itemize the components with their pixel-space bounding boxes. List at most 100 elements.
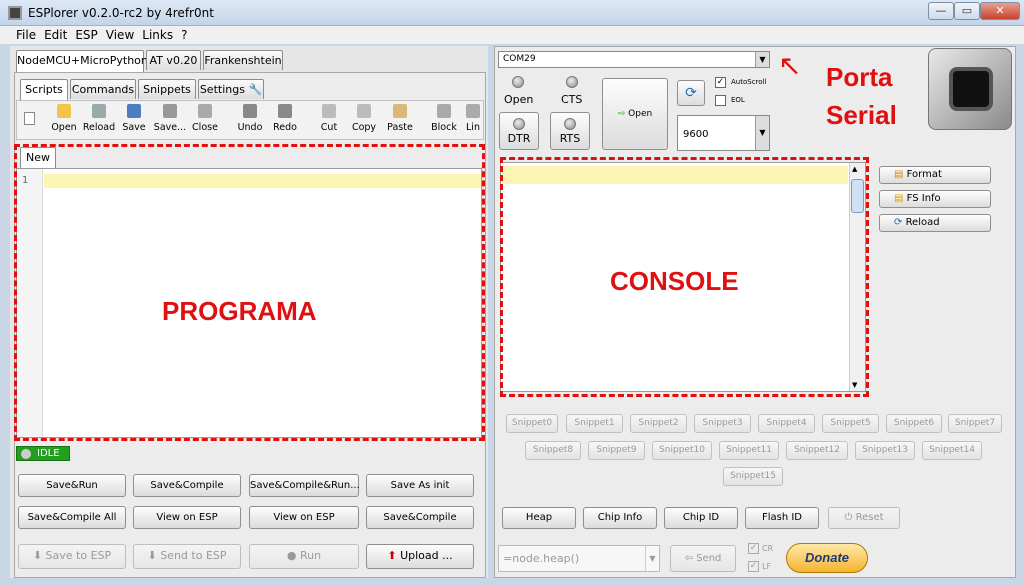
redo-icon [278,104,292,118]
snippet-button-2[interactable]: Snippet2 [630,414,687,433]
flash-id-button[interactable]: Flash ID [745,507,819,529]
title-bar: ESPlorer v0.2.0-rc2 by 4refr0nt — ▭ ✕ [0,0,1024,26]
rts-button[interactable]: RTS [550,112,590,150]
undo-tool[interactable]: Undo [233,104,267,133]
snippet-button-1[interactable]: Snippet1 [566,414,623,433]
maximize-button[interactable]: ▭ [954,2,980,20]
refresh-ports-button[interactable]: ⟳ [677,80,705,106]
snippet-button-10[interactable]: Snippet10 [652,441,712,460]
menu-file[interactable]: File [12,26,40,44]
save-tool[interactable]: Save [117,104,151,133]
run-button[interactable]: ● Run [249,544,359,569]
paste-tool[interactable]: Paste [383,104,417,133]
save-compile-all-button[interactable]: Save&Compile All [18,506,126,529]
tab-frankenshtein[interactable]: Frankenshtein [203,50,283,70]
close-button[interactable]: ✕ [980,2,1020,20]
snippet-button-5[interactable]: Snippet5 [822,414,879,433]
snippet-button-14[interactable]: Snippet14 [922,441,982,460]
redo-tool[interactable]: Redo [268,104,302,133]
snippet-button-13[interactable]: Snippet13 [855,441,915,460]
serial-label: Serial [826,100,897,130]
chevron-down-icon[interactable]: ▼ [645,546,659,571]
tab-settings[interactable]: Settings 🔧 [198,79,264,99]
snippet-button-8[interactable]: Snippet8 [525,441,581,460]
command-input[interactable]: =node.heap() ▼ [498,545,660,572]
snippet-button-11[interactable]: Snippet11 [719,441,779,460]
cr-checkbox[interactable]: ✓ [748,543,759,554]
snippet-button-6[interactable]: Snippet6 [886,414,942,433]
snippet-button-12[interactable]: Snippet12 [786,441,848,460]
chevron-down-icon[interactable]: ▼ [755,52,769,67]
disk-icon [127,104,141,118]
autoscroll-checkbox[interactable]: ✓ [715,77,726,88]
chip-id-button[interactable]: Chip ID [664,507,738,529]
dtr-button[interactable]: DTR [499,112,539,150]
reset-button[interactable]: ⏻ Reset [828,507,900,529]
disk-icon [163,104,177,118]
view-on-esp-button[interactable]: View on ESP [133,506,241,529]
line-tool[interactable]: Lin [462,104,484,133]
cts-led [566,76,578,88]
port-select[interactable]: COM29 ▼ [498,51,770,68]
snippet-button-4[interactable]: Snippet4 [758,414,815,433]
menu-help[interactable]: ? [177,26,191,44]
menu-view[interactable]: View [102,26,138,44]
tab-scripts[interactable]: Scripts [20,79,68,101]
format-icon: ▤ [894,169,907,180]
save-to-esp-button[interactable]: ⬇ Save to ESP [18,544,126,569]
folder-close-icon [198,104,212,118]
save-compile-button-2[interactable]: Save&Compile [366,506,474,529]
chevron-down-icon[interactable]: ▼ [755,116,769,150]
block-tool[interactable]: Block [427,104,461,133]
format-button[interactable]: ▤ Format [879,166,991,184]
snippet-button-3[interactable]: Snippet3 [694,414,751,433]
open-port-button[interactable]: ⇨ Open [602,78,668,150]
fs-info-button[interactable]: ▤ FS Info [879,190,991,208]
new-file-icon[interactable] [24,112,35,125]
cr-label: CR [762,544,774,553]
copy-tool[interactable]: Copy [347,104,381,133]
save-compile-run-button[interactable]: Save&Compile&Run... [249,474,360,497]
save-compile-button[interactable]: Save&Compile [133,474,241,497]
upload-button[interactable]: ⬆ Upload ... [366,544,474,569]
wrench-icon: 🔧 [248,83,263,96]
reload-fs-button[interactable]: ⟳ Reload [879,214,991,232]
reload-tool[interactable]: Reload [82,104,116,133]
tab-nodemcu[interactable]: NodeMCU+MicroPython [16,50,148,72]
baud-select[interactable]: 9600 ▼ [677,115,770,151]
tab-snippets[interactable]: Snippets [138,79,196,99]
snippet-button-7[interactable]: Snippet7 [948,414,1002,433]
porta-label: Porta [826,62,893,92]
window-title: ESPlorer v0.2.0-rc2 by 4refr0nt [28,6,214,20]
heap-button[interactable]: Heap [502,507,576,529]
menu-links[interactable]: Links [138,26,177,44]
cut-tool[interactable]: Cut [312,104,346,133]
menu-edit[interactable]: Edit [40,26,71,44]
tab-commands[interactable]: Commands [70,79,136,99]
paste-icon [393,104,407,118]
menu-esp[interactable]: ESP [71,26,101,44]
save-run-button[interactable]: Save&Run [18,474,126,497]
lf-checkbox[interactable]: ✓ [748,561,759,572]
programa-label: PROGRAMA [162,296,317,326]
open-tool[interactable]: Open [47,104,81,133]
minimize-button[interactable]: — [928,2,954,20]
snippet-button-15[interactable]: Snippet15 [723,467,783,486]
close-tool[interactable]: Close [188,104,222,133]
save-as-tool[interactable]: Save... [153,104,187,133]
chip-info-button[interactable]: Chip Info [583,507,657,529]
send-arrow-icon: ⇦ [684,553,697,564]
save-as-init-button[interactable]: Save As init [366,474,474,497]
send-to-esp-button[interactable]: ⬇ Send to ESP [133,544,241,569]
donate-button[interactable]: Donate [786,543,868,573]
view-on-esp-button-2[interactable]: View on ESP [249,506,359,529]
snippet-button-9[interactable]: Snippet9 [588,441,645,460]
send-button[interactable]: ⇦ Send [670,545,736,572]
programa-highlight [14,144,485,441]
snippet-button-0[interactable]: Snippet0 [506,414,558,433]
tab-at[interactable]: AT v0.20 [146,50,201,70]
run-icon: ● [286,549,300,562]
arrow-icon: ↖ [778,49,802,82]
refresh-icon: ⟳ [894,217,906,228]
eol-checkbox[interactable] [715,95,726,106]
